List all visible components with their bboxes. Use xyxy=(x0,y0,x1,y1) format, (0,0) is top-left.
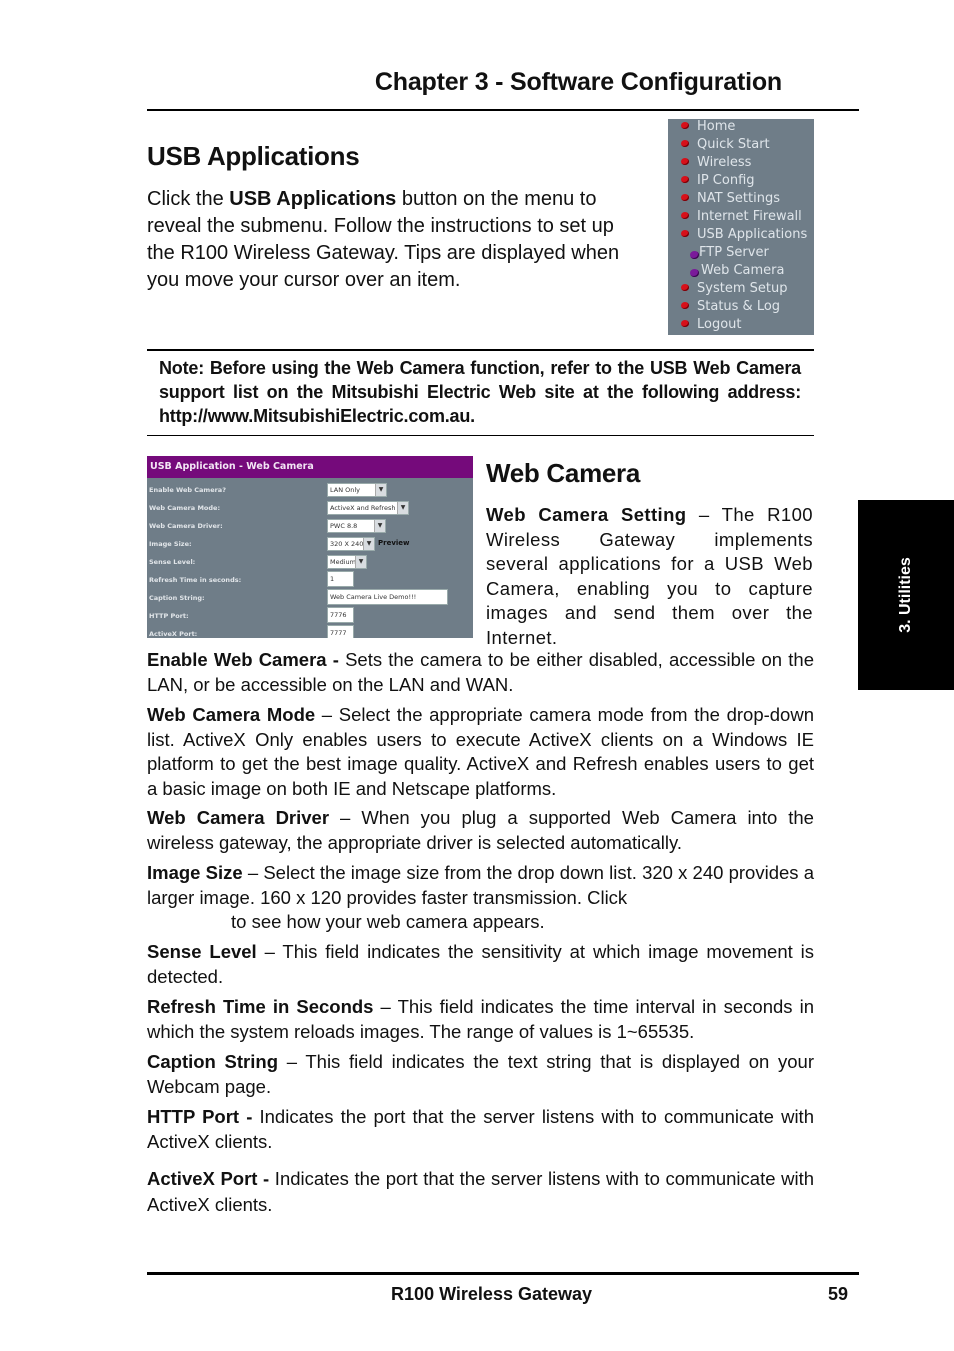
purple-bullet-icon xyxy=(690,251,699,259)
page-number: 59 xyxy=(827,1284,848,1304)
chevron-down-icon: ▼ xyxy=(397,502,408,514)
red-bullet-icon xyxy=(681,176,689,183)
purple-bullet-icon xyxy=(690,269,699,277)
form-row-image-size: Image Size: 320 X 240 ▼ Preview xyxy=(147,537,473,555)
form-row-refresh-time: Refresh Time in seconds: 1 xyxy=(147,571,473,589)
red-bullet-icon xyxy=(681,194,689,201)
form-row-http-port: HTTP Port: 7776 xyxy=(147,607,473,625)
web-camera-note: Note: Before using the Web Camera functi… xyxy=(159,358,801,426)
paragraph-image-size: Image Size – Select the image size from … xyxy=(147,862,814,932)
red-bullet-icon xyxy=(681,302,689,309)
image-size-select[interactable]: 320 X 240 ▼ xyxy=(327,537,375,551)
form-row-caption-string: Caption String: Web Camera Live Demo!!! xyxy=(147,589,473,607)
chevron-down-icon: ▼ xyxy=(355,556,366,568)
caption-string-input[interactable]: Web Camera Live Demo!!! xyxy=(327,589,448,605)
web-camera-driver-select[interactable]: PWC 8.8 ▼ xyxy=(327,519,386,533)
refresh-time-input[interactable]: 1 xyxy=(327,571,354,587)
form-row-activex-port: ActiveX Port: 7777 xyxy=(147,625,473,638)
router-menu-screenshot: Home Quick Start Wireless IP Config NAT … xyxy=(668,119,814,335)
paragraph-sense-level: Sense Level – This field indicates the s… xyxy=(147,941,814,987)
footer-product-name: R100 Wireless Gateway xyxy=(391,1284,592,1304)
chapter-tab-label: 3. Utilities xyxy=(897,557,914,633)
red-bullet-icon xyxy=(681,122,689,129)
chevron-down-icon: ▼ xyxy=(374,520,385,532)
footer-rule xyxy=(147,1272,859,1275)
paragraph-web-camera-mode: Web Camera Mode – Select the appropriate… xyxy=(147,704,814,799)
note-top-rule xyxy=(147,349,814,351)
web-camera-setting-text: – The R100 Wireless Gateway implements s… xyxy=(486,504,813,648)
paragraph-refresh-time: Refresh Time in Seconds – This field ind… xyxy=(147,996,815,1042)
red-bullet-icon xyxy=(681,158,689,165)
paragraph-caption-string: Caption String – This field indicates th… xyxy=(147,1051,814,1097)
note-bottom-rule xyxy=(147,435,814,436)
activex-port-input[interactable]: 7777 xyxy=(327,625,354,638)
intro-bold: USB Applications xyxy=(229,188,397,210)
web-camera-form-screenshot: USB Application - Web Camera Enable Web … xyxy=(147,456,473,638)
paragraph-http-port: HTTP Port - Indicates the port that the … xyxy=(147,1106,814,1152)
web-camera-heading: Web Camera xyxy=(486,458,641,488)
red-bullet-icon xyxy=(681,320,689,327)
web-camera-setting-term: Web Camera Setting xyxy=(486,504,687,525)
enable-web-camera-select[interactable]: LAN Only ▼ xyxy=(327,483,387,497)
sense-level-select[interactable]: Medium ▼ xyxy=(327,555,367,569)
red-bullet-icon xyxy=(681,284,689,291)
paragraph-web-camera-driver: Web Camera Driver – When you plug a supp… xyxy=(147,807,814,853)
http-port-input[interactable]: 7776 xyxy=(327,607,354,623)
chevron-down-icon: ▼ xyxy=(375,484,386,496)
form-title: USB Application - Web Camera xyxy=(147,456,473,478)
red-bullet-icon xyxy=(681,230,689,237)
preview-link[interactable]: Preview xyxy=(378,539,410,547)
form-row-web-camera-mode: Web Camera Mode: ActiveX and Refresh ▼ xyxy=(147,501,473,519)
form-row-web-camera-driver: Web Camera Driver: PWC 8.8 ▼ xyxy=(147,519,473,537)
form-row-enable-web-camera: Enable Web Camera? LAN Only ▼ xyxy=(147,483,473,501)
usb-applications-intro: Click the USB Applications button on the… xyxy=(147,186,643,294)
red-bullet-icon xyxy=(681,140,689,147)
usb-applications-heading: USB Applications xyxy=(147,141,360,171)
red-bullet-icon xyxy=(681,212,689,219)
paragraph-enable-web-camera: Enable Web Camera - Sets the camera to b… xyxy=(147,649,814,695)
chapter-thumb-tab: 3. Utilities xyxy=(858,500,954,690)
web-camera-mode-select[interactable]: ActiveX and Refresh ▼ xyxy=(327,501,409,515)
chevron-down-icon: ▼ xyxy=(363,538,374,550)
chapter-title: Chapter 3 - Software Configuration xyxy=(374,68,782,96)
intro-prefix: Click the xyxy=(147,188,230,210)
header-rule xyxy=(147,109,859,111)
web-camera-intro: Web Camera Setting – The R100 Wireless G… xyxy=(486,503,813,650)
paragraph-activex-port: ActiveX Port - Indicates the port that t… xyxy=(147,1168,814,1215)
